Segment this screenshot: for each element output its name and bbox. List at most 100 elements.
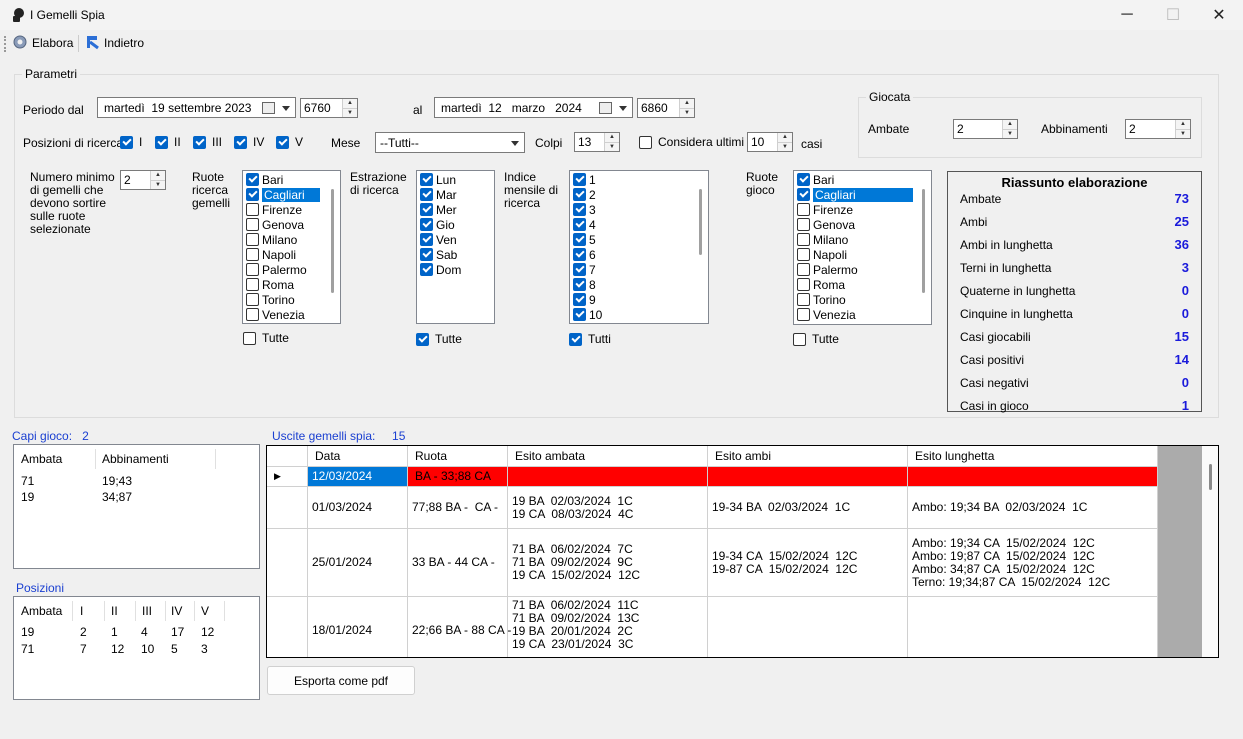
maximize-button[interactable]: ☐	[1150, 0, 1196, 30]
table-cell[interactable]: 33 BA - 44 CA -	[408, 529, 508, 597]
checkbox-icon[interactable]	[573, 233, 586, 246]
checkbox-icon[interactable]	[573, 278, 586, 291]
calendar-icon[interactable]	[599, 102, 612, 114]
checkbox-icon[interactable]	[420, 203, 433, 216]
list-item[interactable]: Milano	[794, 232, 931, 247]
ruote-ricerca-tutte-checkbox[interactable]: Tutte	[243, 331, 289, 345]
list-item[interactable]: Napoli	[243, 247, 340, 262]
list-item[interactable]: Cagliari	[243, 187, 340, 202]
checkbox-icon[interactable]	[573, 173, 586, 186]
checkbox-icon[interactable]	[246, 293, 259, 306]
scrollbar-thumb[interactable]	[1209, 464, 1212, 490]
list-item[interactable]: Napoli	[794, 247, 931, 262]
checkbox-icon[interactable]	[797, 188, 810, 201]
minimize-button[interactable]: ─	[1104, 0, 1150, 30]
list-item[interactable]: 6	[570, 247, 708, 262]
spin-up-icon[interactable]: ▲	[1003, 120, 1017, 129]
checkbox-icon[interactable]	[246, 218, 259, 231]
checkbox-icon[interactable]	[573, 263, 586, 276]
checkbox-icon[interactable]	[797, 233, 810, 246]
considera-spinner[interactable]: 10 ▲ ▼	[747, 132, 793, 152]
list-item[interactable]: Palermo	[243, 262, 340, 277]
checkbox-icon[interactable]	[573, 293, 586, 306]
posizione-III-checkbox[interactable]: III	[193, 135, 222, 149]
estrazione-tutte-checkbox[interactable]: Tutte	[416, 332, 462, 346]
checkbox-icon[interactable]	[797, 308, 810, 321]
checkbox-icon[interactable]	[246, 263, 259, 276]
list-item[interactable]: Dom	[417, 262, 494, 277]
close-button[interactable]: ✕	[1196, 0, 1242, 30]
list-item[interactable]: 10	[570, 307, 708, 322]
list-item[interactable]: Venezia	[794, 307, 931, 322]
table-cell[interactable]	[908, 597, 1158, 657]
table-cell[interactable]	[908, 467, 1158, 487]
checkbox-icon[interactable]	[573, 188, 586, 201]
list-item[interactable]: Bari	[243, 172, 340, 187]
table-cell[interactable]: Ambo: 19;34 BA 02/03/2024 1C	[908, 487, 1158, 529]
row-header[interactable]: ▶	[267, 467, 308, 487]
checkbox-icon[interactable]	[420, 218, 433, 231]
checkbox-icon[interactable]	[797, 173, 810, 186]
checkbox-icon[interactable]	[797, 218, 810, 231]
esporta-pdf-button[interactable]: Esporta come pdf	[267, 666, 415, 695]
checkbox-icon[interactable]	[797, 248, 810, 261]
spin-up-icon[interactable]: ▲	[151, 171, 165, 180]
list-item[interactable]: 9	[570, 292, 708, 307]
scrollbar[interactable]	[922, 189, 925, 293]
list-item[interactable]: 2	[570, 187, 708, 202]
checkbox-icon[interactable]	[573, 308, 586, 321]
checkbox-icon[interactable]	[420, 173, 433, 186]
posizione-IV-checkbox[interactable]: IV	[234, 135, 264, 149]
column-header[interactable]: V	[201, 604, 209, 618]
table-cell[interactable]	[708, 597, 908, 657]
calendar-icon[interactable]	[262, 102, 275, 114]
checkbox-icon[interactable]	[420, 263, 433, 276]
considera-ultimi-checkbox[interactable]: Considera ultimi	[639, 135, 744, 149]
checkbox-icon[interactable]	[573, 218, 586, 231]
elabora-button[interactable]: Elabora	[12, 34, 73, 52]
date-to-num-spinner[interactable]: 6860 ▲ ▼	[637, 98, 695, 118]
indice-list[interactable]: 1 2 3 4 5 6 7 8 9 10	[569, 170, 709, 324]
spin-down-icon[interactable]: ▼	[151, 179, 165, 189]
checkbox-icon[interactable]	[246, 173, 259, 186]
spin-down-icon[interactable]: ▼	[1176, 128, 1190, 138]
list-item[interactable]: Torino	[794, 292, 931, 307]
checkbox-icon[interactable]	[797, 293, 810, 306]
list-item[interactable]: Milano	[243, 232, 340, 247]
abbinamenti-spinner[interactable]: 2 ▲ ▼	[1125, 119, 1191, 139]
posizione-V-checkbox[interactable]: V	[276, 135, 303, 149]
checkbox-icon[interactable]	[246, 203, 259, 216]
indice-tutti-checkbox[interactable]: Tutti	[569, 332, 611, 346]
list-item[interactable]: Roma	[794, 277, 931, 292]
colpi-spinner[interactable]: 13 ▲ ▼	[574, 132, 620, 152]
checkbox-icon[interactable]	[246, 233, 259, 246]
date-from-picker[interactable]: martedì 19 settembre 2023	[97, 97, 296, 118]
checkbox-icon[interactable]	[797, 263, 810, 276]
table-cell[interactable]: 25/01/2024	[308, 529, 408, 597]
ambate-spinner[interactable]: 2 ▲ ▼	[953, 119, 1018, 139]
column-header[interactable]: II	[111, 604, 118, 618]
column-header[interactable]: Esito ambata	[508, 446, 708, 467]
checkbox-icon[interactable]	[573, 203, 586, 216]
table-cell[interactable]: 12/03/2024	[308, 467, 408, 487]
estrazione-list[interactable]: Lun Mar Mer Gio Ven Sab Dom	[416, 170, 495, 324]
list-item[interactable]: Torino	[243, 292, 340, 307]
list-item[interactable]: 7	[570, 262, 708, 277]
table-cell[interactable]: 71 BA 06/02/2024 7C 71 BA 09/02/2024 9C …	[508, 529, 708, 597]
table-cell[interactable]: 71 BA 06/02/2024 11C 71 BA 09/02/2024 13…	[508, 597, 708, 657]
table-cell[interactable]: BA - 33;88 CA	[408, 467, 508, 487]
list-item[interactable]: Ven	[417, 232, 494, 247]
column-header[interactable]: Abbinamenti	[102, 452, 169, 466]
table-cell[interactable]: 19 BA 02/03/2024 1C 19 CA 08/03/2024 4C	[508, 487, 708, 529]
checkbox-icon[interactable]	[797, 203, 810, 216]
row-header[interactable]	[267, 597, 308, 657]
ruote-gioco-tutte-checkbox[interactable]: Tutte	[793, 332, 839, 346]
table-cell[interactable]: 22;66 BA - 88 CA -	[408, 597, 511, 657]
grid-scrollbar[interactable]	[1202, 446, 1218, 657]
spin-down-icon[interactable]: ▼	[605, 141, 619, 151]
checkbox-icon[interactable]	[246, 278, 259, 291]
checkbox-icon[interactable]	[573, 248, 586, 261]
column-header[interactable]: Ambata	[21, 452, 62, 466]
scrollbar[interactable]	[331, 189, 334, 293]
table-cell[interactable]: 77;88 BA - CA -	[408, 487, 508, 529]
